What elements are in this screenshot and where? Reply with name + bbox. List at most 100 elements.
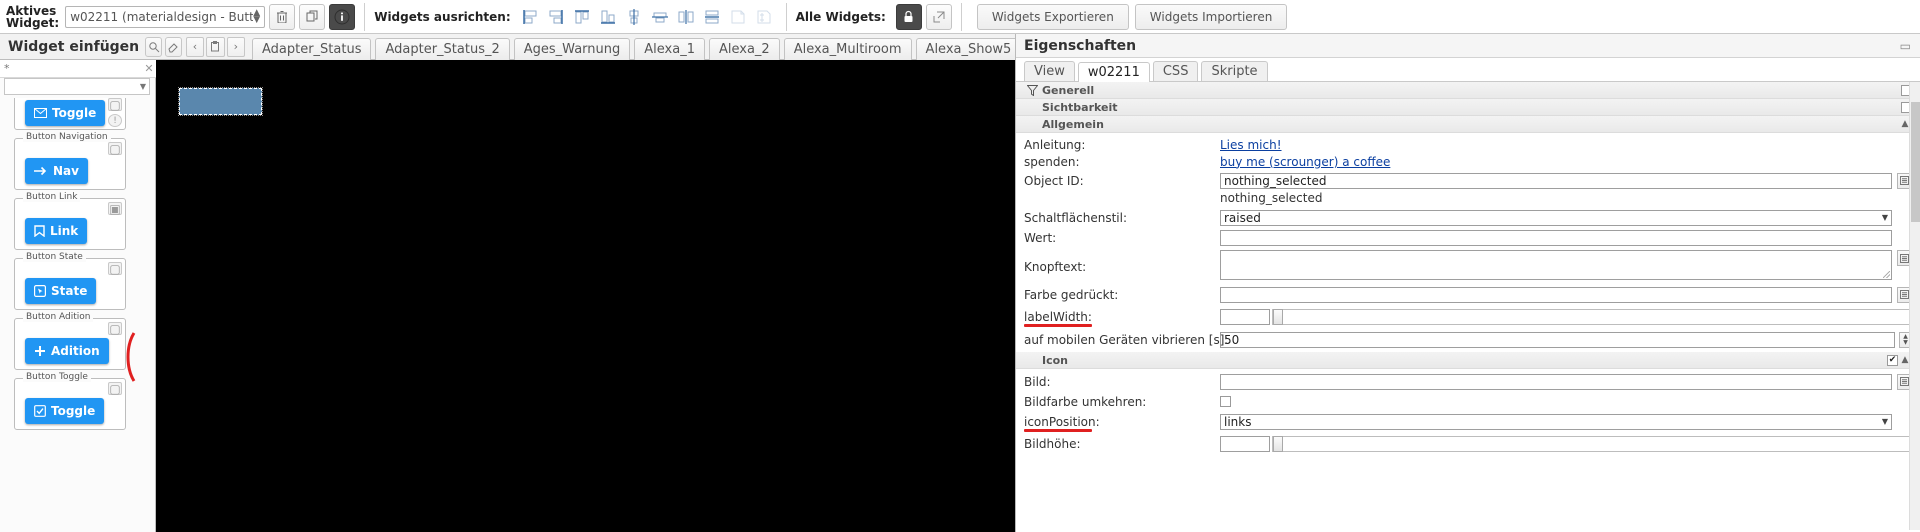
tab-widget[interactable]: w02211 [1077,62,1150,82]
chevron-down-icon[interactable]: ▼ [1903,339,1908,346]
clipboard-icon[interactable] [206,36,225,57]
widget-resize-icon: ▢ [108,261,122,276]
palette-widget-title-1: Button Navigation [23,132,111,142]
magnifier-icon[interactable] [145,36,162,57]
select-schaltflaechenstil[interactable]: raised ▼ [1220,209,1892,226]
delete-widget-button[interactable] [269,3,296,30]
label-vibrieren: auf mobilen Geräten vibrieren [s]: [1024,332,1229,347]
palette-widget-1[interactable]: Button Navigation ▢ Nav [14,132,126,190]
view-tab-5[interactable]: Alexa_Multiroom [783,37,912,60]
palette-widget-list[interactable]: ▢ ! Toggle Button Navigation ▢ Nav Butto… [0,98,156,532]
group-generell[interactable]: Generell [1016,82,1920,99]
expand-icon[interactable] [925,3,952,30]
widget-preview-button-4: Adition [25,338,109,364]
vis-editor-window: Aktives Widget: w02211 (materialdesign -… [0,0,1920,532]
view-canvas[interactable] [156,60,1015,532]
duplicate-widget-button[interactable] [299,3,326,30]
widget-preview-label-5: Toggle [51,404,96,418]
label-object-id: Object ID: [1024,173,1084,188]
align-left-icon[interactable] [518,4,542,30]
next-view-button[interactable]: › [226,36,245,57]
input-vibrieren[interactable]: 50 [1220,331,1895,348]
properties-tabs: View w02211 CSS Skripte [1016,58,1920,82]
view-tab-1[interactable]: Adapter_Status_2 [375,37,510,60]
select-iconposition-value: links [1224,414,1252,429]
slider-handle[interactable] [1273,435,1283,452]
widget-preview-button-2: Link [25,218,88,244]
align-center-horizontal-icon[interactable] [648,4,672,30]
widget-info-button[interactable] [329,3,356,30]
group-icon[interactable]: Icon ✔ ▲ [1016,352,1920,369]
input-object-id[interactable]: nothing_selected [1220,172,1892,189]
lock-icon[interactable] [895,3,922,30]
row-vibrieren: auf mobilen Geräten vibrieren [s]: 50 ▲ ▼ [1016,331,1920,348]
slider-handle[interactable] [1273,308,1283,325]
properties-body: Generell Sichtbarkeit Allgemein ▲ Anleit… [1016,82,1920,530]
palette-widget-title-5: Button Toggle [23,372,91,382]
palette-widget-0[interactable]: ▢ ! Toggle [14,98,126,130]
eraser-icon[interactable] [164,36,182,57]
align-center-vertical-icon[interactable] [622,4,646,30]
slider-bildhoehe[interactable] [1272,435,1912,452]
textarea-knopftext[interactable] [1220,250,1892,280]
input-labelwidth[interactable] [1220,308,1270,325]
link-buy-coffee[interactable]: buy me (scrounger) a coffee [1220,155,1390,169]
active-widget-select[interactable]: w02211 (materialdesign - Button State) ▲… [65,5,266,28]
tab-scripts[interactable]: Skripte [1201,61,1268,81]
input-bildhoehe[interactable] [1220,435,1270,452]
align-right-icon[interactable] [544,4,568,30]
checkbox-bildfarbe-umkehren[interactable] [1220,396,1231,407]
palette-widget-title-3: Button State [23,252,86,262]
minimize-icon[interactable]: ▭ [1900,39,1912,53]
group-allgemein[interactable]: Allgemein ▲ [1016,116,1920,133]
select-schaltflaechenstil-value: raised [1224,210,1261,225]
distribute-horizontal-icon[interactable] [674,4,698,30]
prev-view-button[interactable]: ‹ [185,36,205,57]
chevron-down-icon[interactable]: ▼ [140,82,146,91]
view-tab-3[interactable]: Alexa_1 [634,37,705,60]
select-iconposition[interactable]: links ▼ [1220,413,1892,430]
export-widgets-button[interactable]: Widgets Exportieren [976,3,1129,30]
align-top-icon[interactable] [570,4,594,30]
view-tabs: Adapter_Status Adapter_Status_2 Ages_War… [251,34,1015,60]
equal-height-icon[interactable] [752,4,776,30]
row-anleitung: Anleitung: Lies mich! [1016,136,1920,153]
equal-width-icon[interactable] [726,4,750,30]
mail-icon [34,108,47,118]
distribute-vertical-icon[interactable] [700,4,724,30]
toolbar-divider-2 [785,2,787,31]
input-bild[interactable] [1220,373,1892,390]
input-farbe-gedrueckt[interactable] [1220,286,1892,303]
scrollbar-thumb[interactable] [1911,102,1920,222]
palette-widget-4[interactable]: Button Adition ▢ Adition [14,312,126,370]
row-labelwidth: labelWidth: [1016,308,1920,327]
import-export-group: Widgets Exportieren Widgets Importieren [965,0,1294,34]
selected-widget[interactable] [178,87,263,116]
import-widgets-button[interactable]: Widgets Importieren [1134,3,1288,30]
group-sichtbarkeit[interactable]: Sichtbarkeit [1016,99,1920,116]
tab-view[interactable]: View [1024,61,1075,81]
align-bottom-icon[interactable] [596,4,620,30]
link-lies-mich[interactable]: Lies mich! [1220,138,1282,152]
view-tab-2[interactable]: Ages_Warnung [513,37,631,60]
palette-search-input[interactable]: ▼ [4,78,150,95]
slider-labelwidth[interactable] [1272,308,1912,325]
group-checkbox-icon[interactable]: ✔ [1887,354,1898,366]
label-farbe-gedrueckt: Farbe gedrückt: [1024,287,1119,302]
view-tab-6[interactable]: Alexa_Show5 [915,37,1015,60]
palette-widget-2[interactable]: Button Link ▣ Link [14,192,126,250]
palette-widget-5[interactable]: Button Toggle ▢ Toggle [14,372,126,430]
label-spenden: spenden: [1024,154,1080,169]
row-object-id-resolved: nothing_selected [1016,189,1920,206]
view-tab-4[interactable]: Alexa_2 [708,37,780,60]
row-farbe-gedrueckt: Farbe gedrückt: [1016,286,1920,303]
properties-scrollbar[interactable] [1909,82,1920,530]
widget-preview-label-4: Adition [51,344,100,358]
tab-css[interactable]: CSS [1152,61,1199,81]
row-knopftext: Knopftext: [1016,250,1920,280]
view-tab-0[interactable]: Adapter_Status [251,37,372,60]
close-icon[interactable]: ✕ [142,62,156,75]
input-wert[interactable] [1220,229,1892,246]
palette-widget-3[interactable]: Button State ▢ State [14,252,126,310]
widget-resize-icon: ▢ [108,381,122,396]
